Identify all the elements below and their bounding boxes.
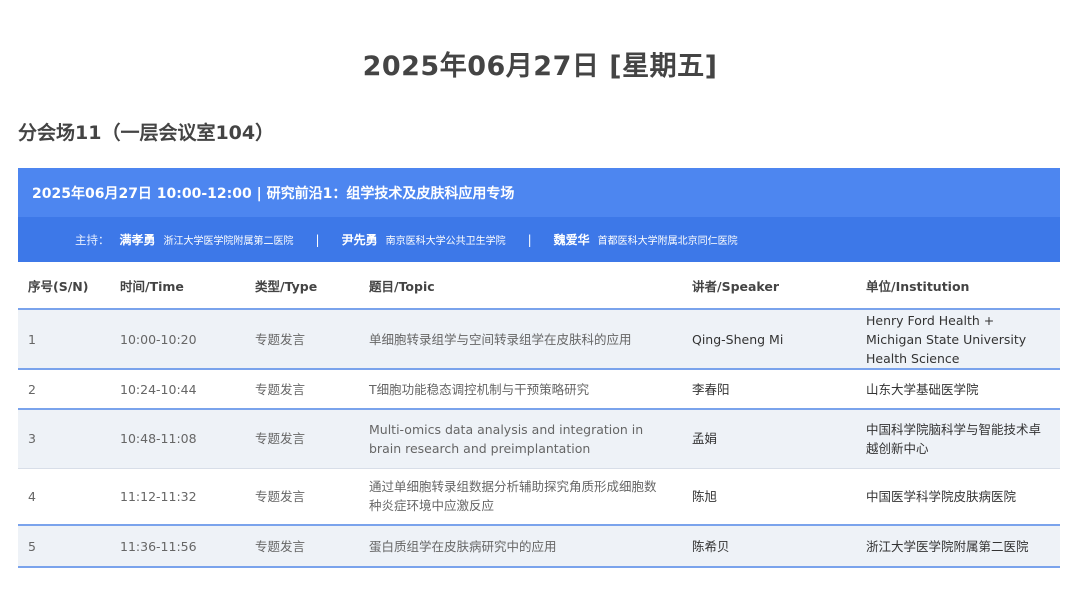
cell-institution: 中国医学科学院皮肤病医院 xyxy=(866,488,1017,504)
cell-topic: Multi-omics data analysis and integratio… xyxy=(369,421,644,456)
session-header: 2025年06月27日 10:00-12:00 | 研究前沿1：组学技术及皮肤科… xyxy=(18,168,1060,217)
hosts-bar: 主持： 满孝勇 浙江大学医学院附属第二医院 | 尹先勇 南京医科大学公共卫生学院… xyxy=(18,217,1060,262)
host-name: 魏爱华 xyxy=(553,233,590,247)
cell-speaker: 孟娟 xyxy=(692,431,718,447)
cell-topic: 蛋白质组学在皮肤病研究中的应用 xyxy=(369,538,557,554)
cell-speaker: 陈旭 xyxy=(692,488,718,504)
host-name: 尹先勇 xyxy=(341,233,378,247)
cell-speaker: 李春阳 xyxy=(692,381,730,397)
table-header-row: 序号(S/N) 时间/Time 类型/Type 题目/Topic 讲者/Spea… xyxy=(18,262,1060,310)
cell-sn: 4 xyxy=(28,488,36,504)
host-name: 满孝勇 xyxy=(119,233,156,247)
cell-type: 专题发言 xyxy=(255,431,306,447)
column-header-topic: 题目/Topic xyxy=(359,262,682,310)
table-row: 1 10:00-10:20 专题发言 单细胞转录组学与空间转录组学在皮肤科的应用… xyxy=(18,309,1060,369)
cell-speaker: Qing-Sheng Mi xyxy=(692,331,784,347)
column-header-speaker: 讲者/Speaker xyxy=(682,262,856,310)
room-title: 分会场11（一层会议室104） xyxy=(18,122,275,144)
column-header-institution: 单位/Institution xyxy=(856,262,1060,310)
cell-type: 专题发言 xyxy=(255,331,306,347)
cell-time: 10:24-10:44 xyxy=(120,381,197,397)
cell-sn: 3 xyxy=(28,431,36,447)
schedule-table: 序号(S/N) 时间/Time 类型/Type 题目/Topic 讲者/Spea… xyxy=(18,262,1060,568)
date-title: 2025年06月27日 [星期五] xyxy=(362,51,718,82)
column-header-sn: 序号(S/N) xyxy=(18,262,110,310)
column-header-type: 类型/Type xyxy=(245,262,359,310)
cell-institution: 浙江大学医学院附属第二医院 xyxy=(866,538,1029,554)
host-separator: | xyxy=(527,232,532,247)
table-row: 5 11:36-11:56 专题发言 蛋白质组学在皮肤病研究中的应用 陈希贝 浙… xyxy=(18,525,1060,567)
table-row: 4 11:12-11:32 专题发言 通过单细胞转录组数据分析辅助探究角质形成细… xyxy=(18,468,1060,525)
table-row: 2 10:24-10:44 专题发言 T细胞功能稳态调控机制与干预策略研究 李春… xyxy=(18,369,1060,409)
cell-sn: 5 xyxy=(28,538,36,554)
hosts-label: 主持： xyxy=(75,232,110,247)
cell-topic: T细胞功能稳态调控机制与干预策略研究 xyxy=(369,381,590,397)
cell-topic: 单细胞转录组学与空间转录组学在皮肤科的应用 xyxy=(369,331,632,347)
cell-type: 专题发言 xyxy=(255,488,306,504)
host-institution: 南京医科大学公共卫生学院 xyxy=(385,236,506,247)
cell-sn: 2 xyxy=(28,381,36,397)
cell-institution: Henry Ford Health + Michigan State Unive… xyxy=(866,312,1027,366)
cell-speaker: 陈希贝 xyxy=(692,538,730,554)
cell-sn: 1 xyxy=(28,331,36,347)
cell-time: 11:12-11:32 xyxy=(120,488,197,504)
cell-institution: 山东大学基础医学院 xyxy=(866,381,979,397)
host-institution: 浙江大学医学院附属第二医院 xyxy=(163,236,294,247)
host-institution: 首都医科大学附属北京同仁医院 xyxy=(597,236,738,247)
table-row: 3 10:48-11:08 专题发言 Multi-omics data anal… xyxy=(18,409,1060,468)
session-block: 2025年06月27日 10:00-12:00 | 研究前沿1：组学技术及皮肤科… xyxy=(18,168,1060,568)
cell-type: 专题发言 xyxy=(255,538,306,554)
cell-time: 10:00-10:20 xyxy=(120,331,197,347)
cell-time: 10:48-11:08 xyxy=(120,431,197,447)
cell-topic: 通过单细胞转录组数据分析辅助探究角质形成细胞数种炎症环境中应激反应 xyxy=(369,479,657,514)
cell-institution: 中国科学院脑科学与智能技术卓越创新中心 xyxy=(866,421,1042,456)
cell-time: 11:36-11:56 xyxy=(120,538,197,554)
cell-type: 专题发言 xyxy=(255,381,306,397)
column-header-time: 时间/Time xyxy=(110,262,245,310)
host-separator: | xyxy=(315,232,320,247)
